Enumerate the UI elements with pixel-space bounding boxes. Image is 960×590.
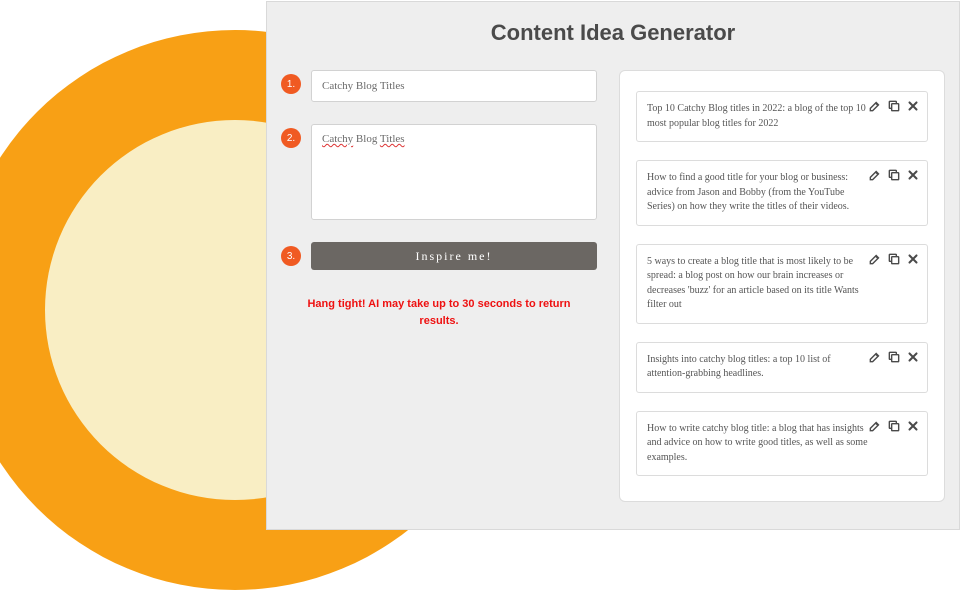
inspire-button[interactable]: Inspire me! <box>311 242 597 270</box>
edit-icon[interactable] <box>867 349 883 365</box>
edit-icon[interactable] <box>867 418 883 434</box>
copy-icon[interactable] <box>886 418 902 434</box>
result-text: How to write catchy blog title: a blog t… <box>647 422 871 466</box>
result-card: How to write catchy blog title: a blog t… <box>636 411 928 477</box>
edit-icon[interactable] <box>867 98 883 114</box>
copy-icon[interactable] <box>886 349 902 365</box>
spellcheck-word: Titles <box>380 133 405 145</box>
generator-panel: Content Idea Generator 1. 2. Catchy Blog… <box>266 1 960 530</box>
spellcheck-word: Catchy <box>322 133 353 145</box>
result-text: Top 10 Catchy Blog titles in 2022: a blo… <box>647 102 871 131</box>
step-badge-2: 2. <box>281 128 301 148</box>
results-column: Top 10 Catchy Blog titles in 2022: a blo… <box>619 70 945 502</box>
result-card: How to find a good title for your blog o… <box>636 160 928 226</box>
status-message: Hang tight! AI may take up to 30 seconds… <box>281 296 597 329</box>
close-icon[interactable] <box>905 167 921 183</box>
copy-icon[interactable] <box>886 167 902 183</box>
close-icon[interactable] <box>905 349 921 365</box>
step-badge-1: 1. <box>281 74 301 94</box>
page-title: Content Idea Generator <box>267 20 959 46</box>
result-card: 5 ways to create a blog title that is mo… <box>636 244 928 324</box>
result-actions <box>867 418 921 434</box>
result-text: How to find a good title for your blog o… <box>647 171 871 215</box>
topic-input[interactable] <box>311 70 597 102</box>
result-actions <box>867 98 921 114</box>
result-text: Insights into catchy blog titles: a top … <box>647 353 871 382</box>
copy-icon[interactable] <box>886 98 902 114</box>
result-card: Insights into catchy blog titles: a top … <box>636 342 928 393</box>
edit-icon[interactable] <box>867 251 883 267</box>
close-icon[interactable] <box>905 418 921 434</box>
result-actions <box>867 167 921 183</box>
result-actions <box>867 349 921 365</box>
close-icon[interactable] <box>905 98 921 114</box>
input-column: 1. 2. Catchy Blog Titles 3. Inspire me! … <box>281 70 597 502</box>
step-badge-3: 3. <box>281 246 301 266</box>
description-textarea[interactable]: Catchy Blog Titles <box>311 124 597 220</box>
close-icon[interactable] <box>905 251 921 267</box>
result-card: Top 10 Catchy Blog titles in 2022: a blo… <box>636 91 928 142</box>
edit-icon[interactable] <box>867 167 883 183</box>
result-actions <box>867 251 921 267</box>
result-text: 5 ways to create a blog title that is mo… <box>647 255 871 313</box>
copy-icon[interactable] <box>886 251 902 267</box>
